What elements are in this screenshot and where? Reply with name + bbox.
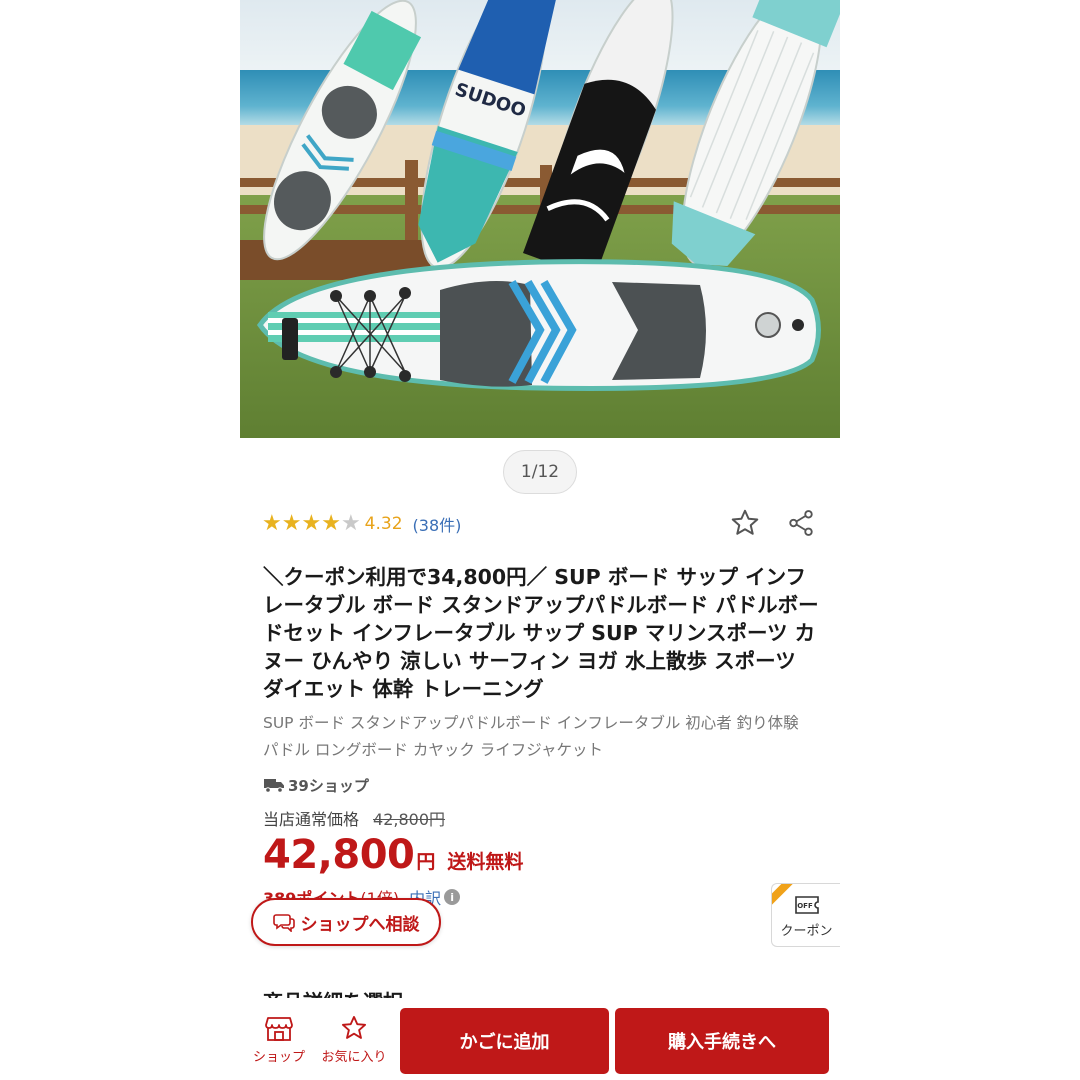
nav-shop-label: ショップ xyxy=(252,1050,305,1065)
nav-shop-button[interactable]: ショップ xyxy=(250,1014,308,1065)
rating-value: 4.32 xyxy=(364,514,403,534)
coupon-off-icon: OFF xyxy=(795,896,819,914)
price-row: 42,800 円 送料無料 xyxy=(263,832,523,878)
review-count-link[interactable]: (38件) xyxy=(413,512,462,536)
sale-price: 42,800 xyxy=(263,832,415,878)
detail-select-heading: 商品詳細を選択 xyxy=(263,988,403,998)
star-filled-icon: ★ xyxy=(262,511,282,536)
shop-39-badge: 39ショップ xyxy=(263,774,369,796)
detail-select-heading-text: 商品詳細を選択 xyxy=(263,988,403,998)
store-icon xyxy=(265,1017,293,1041)
nav-favorite-button[interactable]: お気に入り xyxy=(318,1014,390,1065)
coupon-tab[interactable]: OFF クーポン xyxy=(771,883,840,947)
price-unit: 円 xyxy=(416,851,436,873)
star-outline-icon xyxy=(731,509,759,535)
product-subtitle: SUP ボード スタンドアップパドルボード インフレータブル 初心者 釣り体験 … xyxy=(263,714,799,759)
add-to-cart-label: かごに追加 xyxy=(459,1032,550,1053)
coupon-ribbon xyxy=(772,884,797,910)
image-pager: 1/12 xyxy=(503,450,577,494)
chat-bubble-icon xyxy=(272,914,295,932)
share-icon xyxy=(789,510,813,536)
coupon-label: クーポン xyxy=(780,924,833,939)
product-image[interactable]: SUDOO xyxy=(240,0,840,438)
shop-badge-label: 39ショップ xyxy=(288,776,369,795)
favorite-button[interactable] xyxy=(726,504,764,542)
truck-icon xyxy=(264,779,284,793)
consult-shop-button[interactable]: ショップへ相談 xyxy=(251,898,441,946)
add-to-cart-button[interactable]: かごに追加 xyxy=(400,1008,609,1074)
star-outline-icon xyxy=(341,1015,367,1039)
star-filled-icon: ★ xyxy=(321,511,341,536)
normal-price-value: 42,800円 xyxy=(373,810,446,829)
share-button[interactable] xyxy=(782,504,820,542)
free-shipping-label: 送料無料 xyxy=(447,851,524,873)
info-icon[interactable]: i xyxy=(444,889,461,905)
normal-price-label: 当店通常価格 xyxy=(263,810,360,829)
product-title: ＼クーポン利用で34,800円／ SUP ボード サップ インフレータブル ボー… xyxy=(263,565,819,701)
star-filled-icon: ★ xyxy=(301,511,322,536)
checkout-label: 購入手続きへ xyxy=(668,1032,776,1053)
star-empty-icon: ★ xyxy=(340,511,361,536)
consult-shop-label: ショップへ相談 xyxy=(300,914,420,935)
rating-row[interactable]: ★ ★ ★ ★ ★ 4.32 (38件) xyxy=(262,510,461,538)
coupon-off-text: OFF xyxy=(797,902,813,910)
star-filled-icon: ★ xyxy=(281,511,302,536)
checkout-button[interactable]: 購入手続きへ xyxy=(615,1008,829,1074)
rating-stars: ★ ★ ★ ★ ★ xyxy=(262,513,361,535)
nav-favorite-label: お気に入り xyxy=(321,1050,387,1065)
normal-price-row: 当店通常価格 42,800円 xyxy=(263,806,445,830)
bottom-action-bar: ショップ お気に入り かごに追加 購入手続きへ xyxy=(240,998,840,1080)
